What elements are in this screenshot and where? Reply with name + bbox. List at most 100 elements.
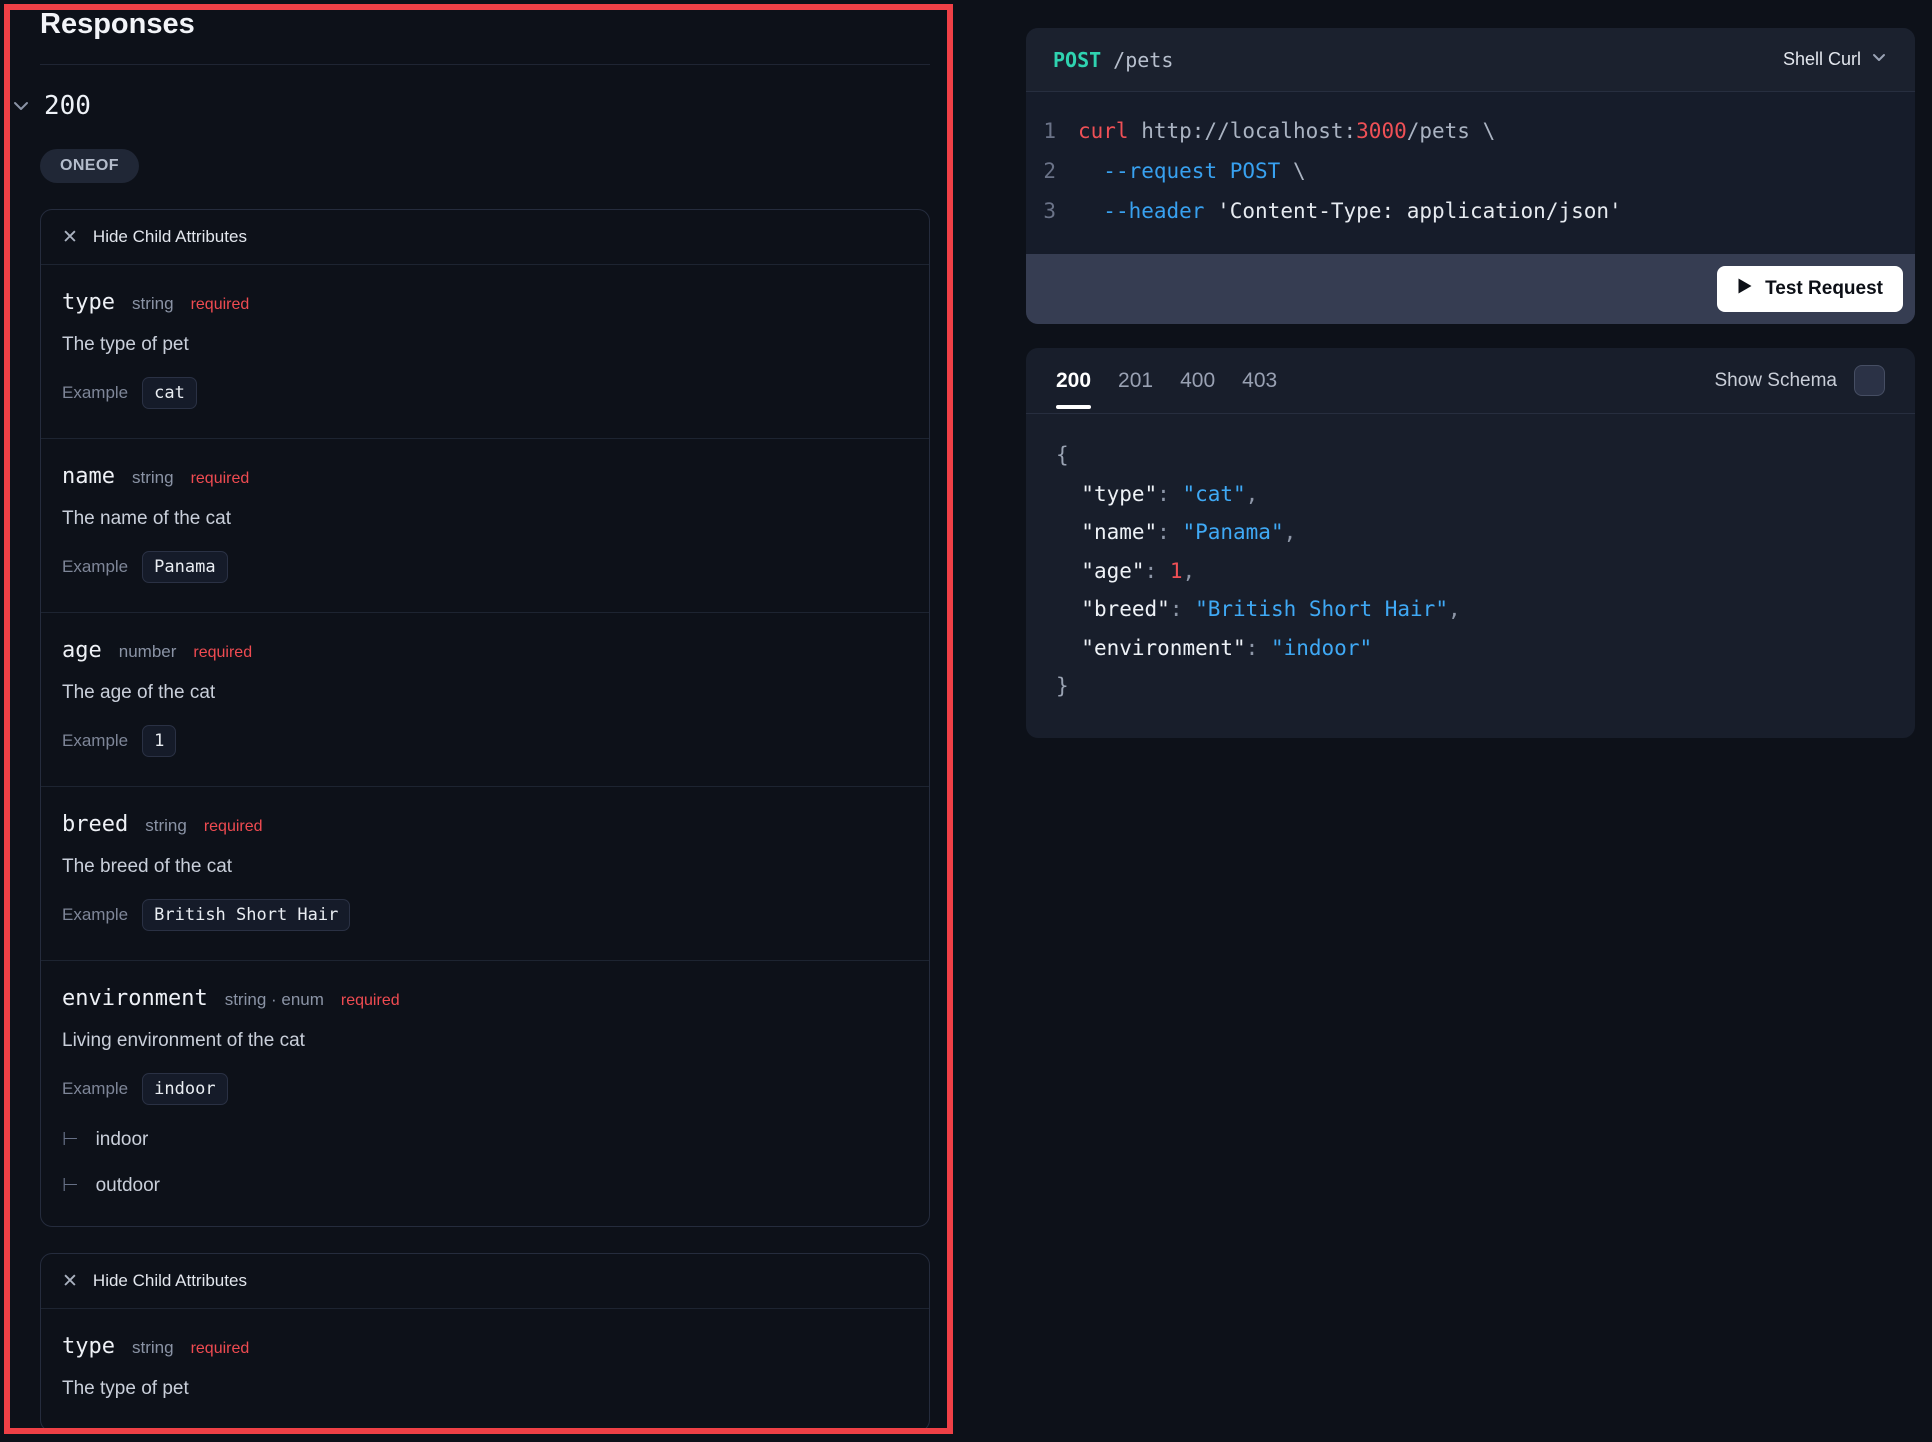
json-token: [1056, 520, 1081, 544]
response-json-body[interactable]: { "type": "cat", "name": "Panama", "age"…: [1026, 414, 1915, 738]
request-example-card: POST /pets Shell Curl 1curl http://local…: [1026, 28, 1915, 324]
chevron-down-icon: [10, 95, 32, 117]
property-description: The breed of the cat: [62, 854, 908, 880]
code-token: http://localhost:: [1129, 119, 1357, 143]
response-tab-403[interactable]: 403: [1242, 348, 1277, 413]
http-method-badge: POST: [1053, 48, 1101, 72]
code-token: [1217, 159, 1230, 183]
property-description: The type of pet: [62, 332, 908, 358]
show-schema-label: Show Schema: [1714, 370, 1837, 392]
enum-value-row: ⊢ outdoor: [62, 1174, 908, 1197]
property-example: Example 1: [62, 725, 908, 757]
json-token: ,: [1246, 482, 1259, 506]
response-example-card: 200 201 400 403 Show Schema { "type": "cat"…: [1026, 348, 1915, 738]
required-badge: required: [191, 470, 250, 488]
response-tab-400[interactable]: 400: [1180, 348, 1215, 413]
required-badge: required: [191, 1340, 250, 1358]
property-heading: type string required: [62, 1334, 908, 1359]
json-line: "age": 1,: [1056, 552, 1885, 591]
code-token: --request: [1103, 159, 1217, 183]
required-badge: required: [341, 992, 400, 1010]
json-token: :: [1145, 559, 1170, 583]
response-status-row[interactable]: 200: [10, 91, 930, 121]
required-badge: required: [204, 818, 263, 836]
json-line: "environment": "indoor": [1056, 629, 1885, 668]
json-token: "British Short Hair": [1195, 597, 1448, 621]
close-icon: ✕: [62, 1272, 78, 1291]
property-name: type: [62, 1334, 115, 1359]
json-token: :: [1157, 482, 1182, 506]
json-token: "breed": [1081, 597, 1170, 621]
example-value-badge: 1: [142, 725, 176, 757]
show-schema-checkbox[interactable]: [1854, 365, 1885, 396]
property-row: environmentstring · enumrequiredLiving e…: [41, 961, 929, 1226]
chevron-down-icon: [1870, 48, 1888, 71]
property-row: breedstringrequiredThe breed of the catE…: [41, 787, 929, 961]
status-code-200: 200: [44, 91, 91, 121]
property-example: Examplecat: [62, 377, 908, 409]
property-name: name: [62, 464, 115, 489]
json-token: "type": [1081, 482, 1157, 506]
response-tabs: 200 201 400 403: [1056, 348, 1277, 413]
json-token: [1056, 597, 1081, 621]
hide-child-attributes-toggle[interactable]: ✕Hide Child Attributes: [41, 210, 929, 265]
enum-marker-icon: ⊢: [62, 1128, 79, 1151]
enum-value-row: ⊢indoor: [62, 1128, 908, 1151]
test-request-label: Test Request: [1765, 278, 1883, 300]
json-token: "cat": [1182, 482, 1245, 506]
property-example: ExamplePanama: [62, 551, 908, 583]
enum-marker-icon: ⊢: [62, 1174, 79, 1197]
property-row: namestringrequiredThe name of the catExa…: [41, 439, 929, 613]
property-heading: agenumberrequired: [62, 638, 908, 663]
line-number: 1: [1026, 111, 1078, 151]
json-line: {: [1056, 436, 1885, 475]
enum-value: outdoor: [96, 1175, 160, 1197]
hide-child-attributes-toggle[interactable]: ✕Hide Child Attributes: [41, 1254, 929, 1309]
test-request-button[interactable]: Test Request: [1717, 266, 1903, 312]
responses-panel: Responses 200 ONEOF ✕Hide Child Attribut…: [40, 6, 930, 1432]
code-token: /pets \: [1407, 119, 1496, 143]
required-badge: required: [191, 296, 250, 314]
property-description: The age of the cat: [62, 680, 908, 706]
json-token: :: [1170, 597, 1195, 621]
code-token: \: [1280, 159, 1305, 183]
example-value-badge: indoor: [142, 1073, 227, 1105]
response-tab-201[interactable]: 201: [1118, 348, 1153, 413]
responses-heading: Responses: [40, 6, 930, 42]
json-token: "indoor": [1271, 636, 1372, 660]
response-tabs-bar: 200 201 400 403 Show Schema: [1026, 348, 1915, 414]
schema-card: ✕Hide Child Attributestypestringrequired…: [40, 209, 930, 1227]
json-token: 1: [1170, 559, 1183, 583]
code-line: 2 --request POST \: [1026, 151, 1915, 191]
json-token: ,: [1448, 597, 1461, 621]
property-heading: breedstringrequired: [62, 812, 908, 837]
code-line: 3 --header 'Content-Type: application/js…: [1026, 191, 1915, 231]
code-token: curl: [1078, 119, 1129, 143]
example-label: Example: [62, 731, 128, 751]
property-type: string: [132, 294, 174, 314]
heading-divider: [40, 64, 930, 65]
json-token: [1056, 482, 1081, 506]
language-selector[interactable]: Shell Curl: [1783, 48, 1888, 71]
property-type: string: [132, 1338, 174, 1358]
property-type: string · enum: [225, 990, 324, 1010]
schema-card: ✕Hide Child Attributes type string required…: [40, 1253, 930, 1432]
curl-code-block[interactable]: 1curl http://localhost:3000/pets \2 --re…: [1026, 92, 1915, 254]
example-label: Example: [62, 383, 128, 403]
json-token: ,: [1182, 559, 1195, 583]
json-token: "environment": [1081, 636, 1245, 660]
example-label: Example: [62, 557, 128, 577]
code-token: [1204, 199, 1217, 223]
language-selector-label: Shell Curl: [1783, 49, 1861, 70]
response-tab-200[interactable]: 200: [1056, 348, 1091, 413]
request-card-header: POST /pets Shell Curl: [1026, 28, 1915, 92]
property-example: Exampleindoor: [62, 1073, 908, 1105]
required-badge: required: [193, 644, 252, 662]
code-token: [1078, 199, 1103, 223]
property-description: Living environment of the cat: [62, 1028, 908, 1054]
property-name: breed: [62, 812, 128, 837]
json-token: "name": [1081, 520, 1157, 544]
json-line: "type": "cat",: [1056, 475, 1885, 514]
code-token: [1078, 159, 1103, 183]
json-token: [1056, 636, 1081, 660]
